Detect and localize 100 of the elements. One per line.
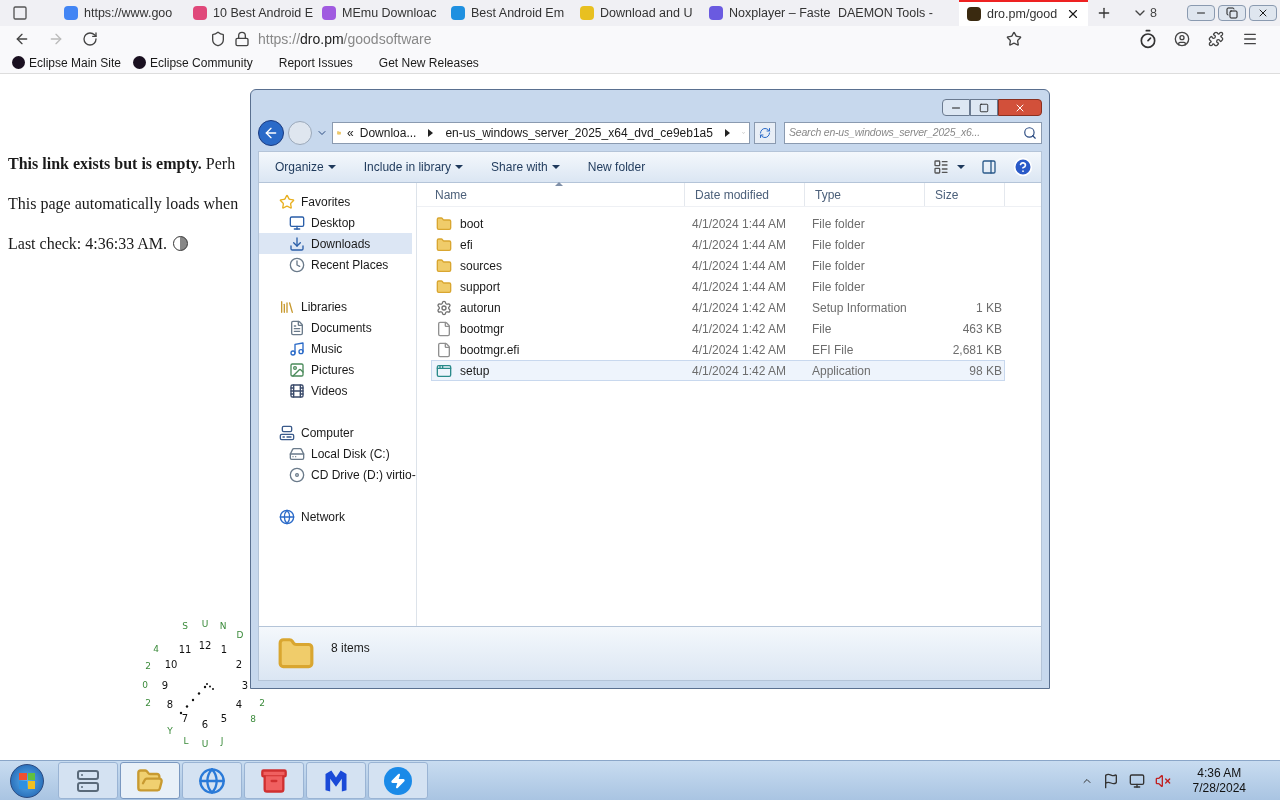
bookmark-star-icon[interactable] [1006,31,1022,47]
flag-icon[interactable] [1102,772,1119,789]
taskbar-app-button[interactable] [182,762,242,799]
clock-number: 11 [178,645,192,655]
clock-number: 5 [220,714,228,724]
search-field[interactable]: Search en-us_windows_server_2025_x6... [784,122,1042,144]
taskbar-app-button[interactable] [244,762,304,799]
back-button[interactable] [258,120,284,146]
taskbar-app-button[interactable] [368,762,428,799]
sidebar-item[interactable]: Computer [259,422,412,443]
clock-ring-letter: 0 [142,680,148,690]
clock-ring-letter: N [219,621,227,631]
bookmark-link[interactable]: Eclipse Main Site [8,53,126,72]
preview-pane-icon[interactable] [981,159,997,175]
file-row[interactable]: bootmgr.efi 4/1/2024 1:42 AM EFI File 2,681 KB [431,339,1005,360]
browser-tab[interactable]: Noxplayer – Faste [701,0,830,26]
settings-file-icon [436,299,452,316]
back-icon[interactable] [14,31,30,47]
clock-number: 10 [164,660,178,670]
breadcrumb-item[interactable]: en-us_windows_server_2025_x64_dvd_ce9eb1a5 [445,124,713,142]
clock-number: 4 [235,700,243,710]
column-header[interactable]: Type [805,183,925,206]
caret-icon[interactable] [957,165,965,169]
shield-icon [210,31,226,47]
extensions-icon[interactable] [1208,31,1224,47]
reload-icon[interactable] [82,31,98,47]
close-tab-icon[interactable] [1066,7,1080,21]
sidebar-item[interactable]: Local Disk (C:) [259,443,412,464]
sidebar-item[interactable]: Videos [259,380,412,401]
browser-tab[interactable]: DAEMON Tools - [830,0,959,26]
sidebar-item[interactable]: Network [259,506,412,527]
close-button[interactable] [1249,5,1277,21]
sidebar-item[interactable]: Pictures [259,359,412,380]
tab-overview-icon[interactable] [12,5,28,21]
taskbar-app-button[interactable] [120,762,180,799]
date-cell-text: 4/1/2024 1:44 AM [692,215,788,233]
sidebar-item[interactable]: Music [259,338,412,359]
file-row[interactable]: efi 4/1/2024 1:44 AM File folder [431,234,1005,255]
column-header[interactable]: Name [417,183,685,206]
timer-icon[interactable] [1138,29,1158,49]
recent-icon [289,256,305,273]
toolbar-button[interactable]: Share with [483,158,568,176]
clock-ring-letter: 2 [145,698,151,708]
sidebar-item[interactable]: Downloads [259,233,412,254]
page-paragraph: This page automatically loads when [8,194,239,213]
taskbar-app-button[interactable] [306,762,366,799]
taskbar-app-button[interactable] [58,762,118,799]
toolbar-button[interactable]: Include in library [355,158,472,176]
help-icon[interactable] [1013,157,1033,177]
bookmark-link[interactable]: Report Issues [274,53,357,72]
clock-button[interactable]: 4:36 AM 7/28/2024 [1192,765,1246,796]
file-row[interactable]: setup 4/1/2024 1:42 AM Application 98 KB [431,360,1005,381]
breadcrumb-overflow[interactable]: « [347,124,354,142]
sidebar-item[interactable]: Desktop [259,212,412,233]
pictures-icon [289,361,305,378]
bolt-icon [384,766,412,795]
breadcrumb-arrow-icon[interactable] [724,129,730,137]
tab-list-button[interactable]: 8 [1132,3,1157,23]
address-field[interactable]: « Downloa... en-us_windows_server_2025_x64_dvd_ce9eb1a5 [332,122,750,144]
file-row[interactable]: bootmgr 4/1/2024 1:42 AM File 463 KB [431,318,1005,339]
bookmark-link[interactable]: Eclipse Community [129,53,257,72]
maximize-button[interactable] [970,99,998,116]
clock-number: 6 [201,720,209,730]
browser-tab[interactable]: 10 Best Android E [185,0,314,26]
eclipse-icon [12,56,25,69]
browser-tab[interactable]: https://www.goo [56,0,185,26]
view-icon[interactable] [933,159,949,175]
file-row[interactable]: boot 4/1/2024 1:44 AM File folder [431,213,1005,234]
breadcrumb-item[interactable]: Downloa... [359,124,417,142]
size-cell-text: 463 KB [961,320,1002,338]
sidebar-item[interactable]: Libraries [259,296,412,317]
search-icon [1023,126,1037,140]
sidebar-item[interactable]: Documents [259,317,412,338]
account-icon[interactable] [1174,31,1190,47]
start-button[interactable] [10,763,44,798]
volume-muted-icon[interactable] [1154,772,1171,789]
file-row[interactable]: autorun 4/1/2024 1:42 AM Setup Information 1 KB [431,297,1005,318]
toolbar-button[interactable]: New folder [579,158,654,176]
minimize-button[interactable] [942,99,970,116]
browser-tab[interactable]: Best Android Em [443,0,572,26]
minimize-button[interactable] [1187,5,1215,21]
sidebar-item[interactable]: Recent Places [259,254,412,275]
url-text: https://dro.pm/goodsoftware [258,29,432,49]
browser-tab[interactable]: Download and U [572,0,701,26]
column-header[interactable]: Size [925,183,1005,206]
browser-tab[interactable]: dro.pm/good [959,0,1088,26]
file-row[interactable]: support 4/1/2024 1:44 AM File folder [431,276,1005,297]
column-header[interactable]: Date modified [685,183,805,206]
bookmark-link[interactable]: Get New Releases [374,53,483,72]
network-icon[interactable] [1128,772,1145,789]
breadcrumb-arrow-icon[interactable] [428,129,434,137]
sidebar-item[interactable]: Favorites [259,191,412,212]
refresh-button[interactable] [754,122,776,144]
menu-icon[interactable] [1242,31,1258,47]
application-icon [436,362,452,379]
browser-tab[interactable]: MEmu Downloac [314,0,443,26]
toolbar-button[interactable]: Organize [267,158,344,176]
clock-ring-letter: L [183,736,189,746]
new-tab-icon[interactable] [1096,5,1112,21]
file-row[interactable]: sources 4/1/2024 1:44 AM File folder [431,255,1005,276]
